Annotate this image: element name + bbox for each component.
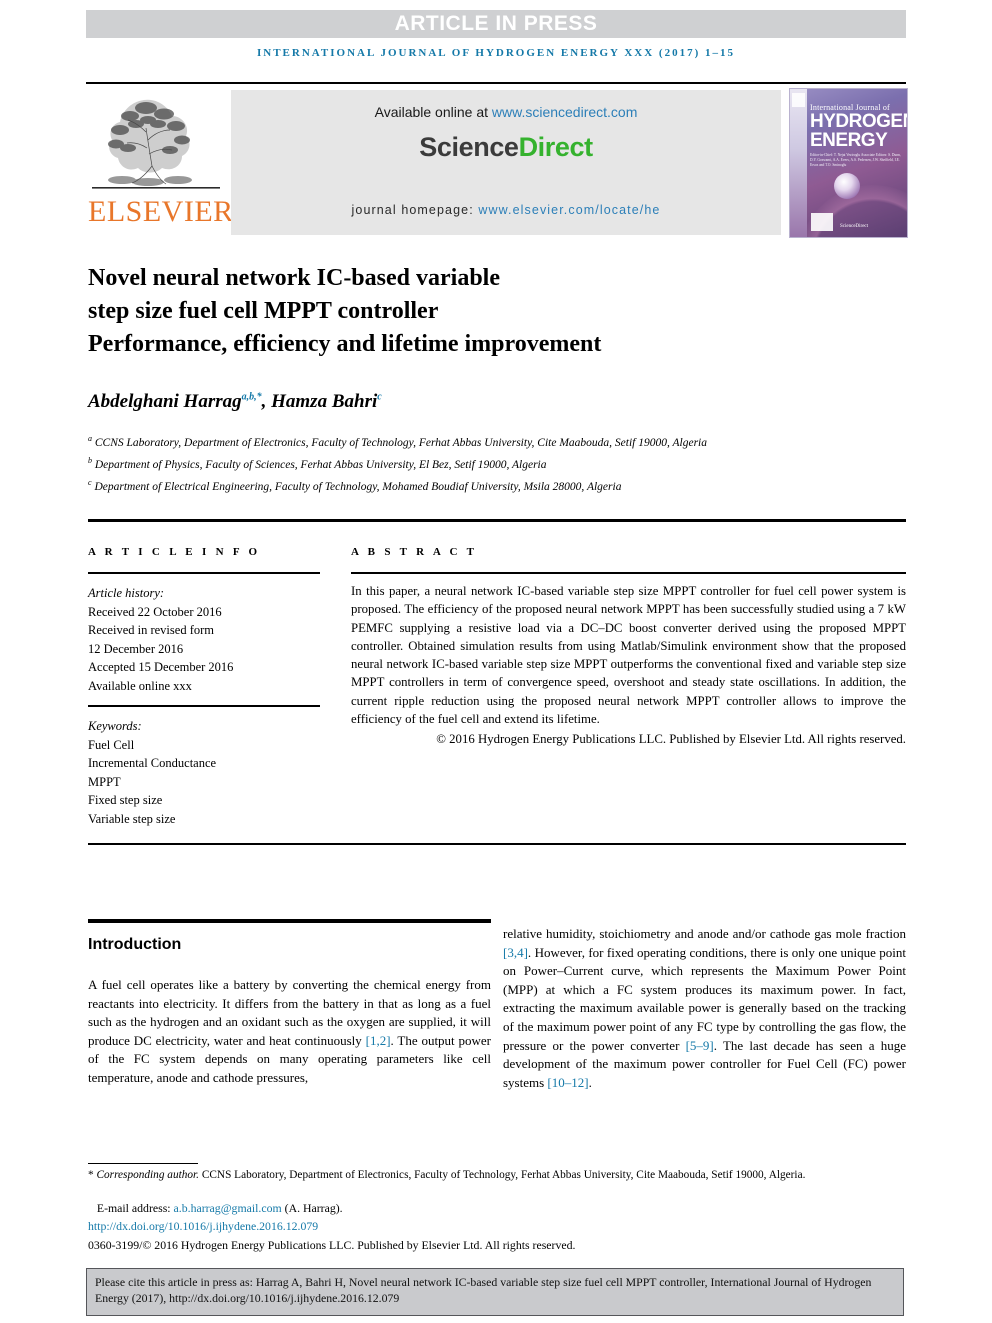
footnote-rule [88, 1163, 198, 1164]
abstract-body: In this paper, a neural network IC-based… [351, 582, 906, 749]
article-history-item: Available online xxx [88, 678, 192, 693]
citation-ref-1-2[interactable]: [1,2] [366, 1033, 391, 1048]
journal-homepage-link[interactable]: www.elsevier.com/locate/he [478, 203, 660, 217]
running-head: INTERNATIONAL JOURNAL OF HYDROGEN ENERGY… [257, 47, 735, 59]
sciencedirect-wordmark-direct: Direct [518, 132, 594, 162]
abstract-heading: A B S T R A C T [351, 546, 478, 558]
author-email-link[interactable]: a.b.harrag@gmail.com [174, 1201, 282, 1215]
article-history-item: 12 December 2016 [88, 641, 184, 656]
citation-ref-5-9[interactable]: [5–9] [686, 1038, 714, 1053]
journal-homepage-label: journal homepage: [351, 203, 479, 217]
keyword-item: Fixed step size [88, 793, 163, 807]
footnote-asterisk-marker: * [88, 1169, 94, 1181]
citation-ref-10-12[interactable]: [10–12] [547, 1075, 588, 1090]
cite-this-article-text: Please cite this article in press as: Ha… [95, 1275, 872, 1305]
introduction-rule [88, 919, 491, 923]
page-title: Novel neural network IC-based variable s… [88, 262, 788, 361]
journal-homepage-line: journal homepage: www.elsevier.com/locat… [231, 203, 781, 217]
email-label: E-mail address: [96, 1201, 174, 1215]
intro-right-text-a: relative humidity, stoichiometry and ano… [503, 926, 906, 941]
journal-article-page: ARTICLE IN PRESS INTERNATIONAL JOURNAL O… [0, 0, 992, 1323]
article-history-label: Article history: [88, 586, 165, 600]
article-info-rule [88, 572, 320, 574]
keyword-item: MPPT [88, 774, 121, 789]
author-list: Abdelghani Harraga,b,*, Hamza Bahric [88, 391, 868, 413]
issn-copyright-line: 0360-3199/© 2016 Hydrogen Energy Publica… [88, 1238, 576, 1252]
cover-ihe-logo-icon [811, 213, 833, 231]
body-column-right: relative humidity, stoichiometry and ano… [503, 925, 906, 1092]
abstract-block-top-rule [88, 519, 906, 522]
cite-this-article-box: Please cite this article in press as: Ha… [86, 1268, 904, 1316]
cover-journal-title-line1: HYDROGEN [810, 111, 908, 132]
keyword-item: Variable step size [88, 811, 176, 826]
article-history-item: Received in revised form [88, 623, 214, 637]
title-line-1: Novel neural network IC-based variable [88, 265, 500, 291]
affiliation-text-c: Department of Electrical Engineering, Fa… [94, 480, 622, 493]
article-info-heading: A R T I C L E I N F O [88, 546, 261, 558]
title-line-3: Performance, efficiency and lifetime imp… [88, 331, 602, 357]
journal-cover-thumbnail: International Journal of HYDROGEN ENERGY… [789, 88, 908, 238]
affiliation-text-a: CCNS Laboratory, Department of Electroni… [94, 436, 708, 449]
article-history-item: Accepted 15 December 2016 [88, 660, 234, 674]
author-name-2: Hamza Bahri [271, 391, 378, 412]
available-online-prefix: Available online at [374, 104, 492, 120]
keyword-item: Incremental Conductance [88, 756, 217, 770]
affiliation-item: c Department of Electrical Engineering, … [88, 474, 878, 496]
section-heading-introduction: Introduction [88, 936, 182, 953]
affiliation-marker-c: c [88, 477, 92, 487]
elsevier-wordmark: ELSEVIER [88, 195, 234, 228]
cover-orb-graphic [834, 173, 860, 199]
sciencedirect-url-link[interactable]: www.sciencedirect.com [492, 104, 638, 120]
intro-paragraph-left: A fuel cell operates like a battery by c… [88, 976, 491, 1088]
intro-right-text-d: . [588, 1074, 592, 1090]
corresponding-author-footnote: * Corresponding author. CCNS Laboratory,… [88, 1168, 906, 1184]
elsevier-tree-icon [86, 88, 226, 198]
affiliation-marker-b: b [88, 455, 92, 465]
cover-editors-text: Editor-in-Chief: T. Nejat Veziroglu Asso… [810, 153, 901, 167]
intro-right-text-b: . However, for fixed operating condition… [503, 944, 906, 1053]
keyword-item: Fuel Cell [88, 737, 135, 752]
cover-sciencedirect-label: ScienceDirect [840, 224, 869, 229]
keywords-block: Keywords: Fuel Cell Incremental Conducta… [88, 717, 320, 828]
affiliation-marker-a: a [88, 434, 92, 443]
masthead-top-rule [86, 82, 906, 84]
author-1-affiliation-marks[interactable]: a,b,* [242, 392, 262, 403]
keywords-label: Keywords: [88, 719, 142, 733]
title-line-2: step size fuel cell MPPT controller [88, 298, 439, 324]
abstract-block-bottom-rule [88, 843, 906, 845]
sciencedirect-banner: Available online at www.sciencedirect.co… [231, 90, 781, 235]
author-name-1: Abdelghani Harrag [88, 391, 242, 412]
article-in-press-banner: ARTICLE IN PRESS [86, 10, 906, 38]
keywords-rule [88, 705, 320, 707]
affiliation-list: a CCNS Laboratory, Department of Electro… [88, 430, 878, 495]
email-owner-suffix: (A. Harrag). [281, 1201, 343, 1215]
elsevier-logo: ELSEVIER [86, 88, 234, 236]
body-column-left: A fuel cell operates like a battery by c… [88, 976, 491, 1088]
affiliation-text-b: Department of Physics, Faculty of Scienc… [94, 458, 547, 471]
email-line: E-mail address: a.b.harrag@gmail.com (A.… [88, 1200, 906, 1216]
doi-link[interactable]: http://dx.doi.org/10.1016/j.ijhydene.201… [88, 1218, 906, 1234]
sciencedirect-wordmark: ScienceDirect [231, 132, 781, 163]
corresponding-author-address: CCNS Laboratory, Department of Electroni… [199, 1169, 806, 1181]
author-separator: , [261, 391, 272, 412]
corresponding-author-label: Corresponding author. [96, 1169, 200, 1181]
author-2-affiliation-mark[interactable]: c [377, 392, 381, 403]
cover-left-bar [790, 89, 807, 237]
affiliation-item: a CCNS Laboratory, Department of Electro… [88, 430, 878, 452]
intro-paragraph-right: relative humidity, stoichiometry and ano… [503, 925, 906, 1092]
cover-journal-title-line2: ENERGY [810, 130, 888, 151]
affiliation-item: b Department of Physics, Faculty of Scie… [88, 452, 878, 474]
article-history-block: Article history: Received 22 October 201… [88, 584, 320, 695]
article-history-item: Received 22 October 2016 [88, 604, 222, 619]
abstract-rule [351, 572, 906, 574]
cover-elsevier-mark-icon [792, 93, 805, 107]
available-online-line: Available online at www.sciencedirect.co… [231, 104, 781, 120]
sciencedirect-wordmark-science: Science [419, 132, 519, 162]
abstract-text: In this paper, a neural network IC-based… [351, 584, 906, 727]
abstract-copyright: © 2016 Hydrogen Energy Publications LLC.… [436, 732, 906, 747]
citation-ref-3-4[interactable]: [3,4] [503, 945, 528, 960]
